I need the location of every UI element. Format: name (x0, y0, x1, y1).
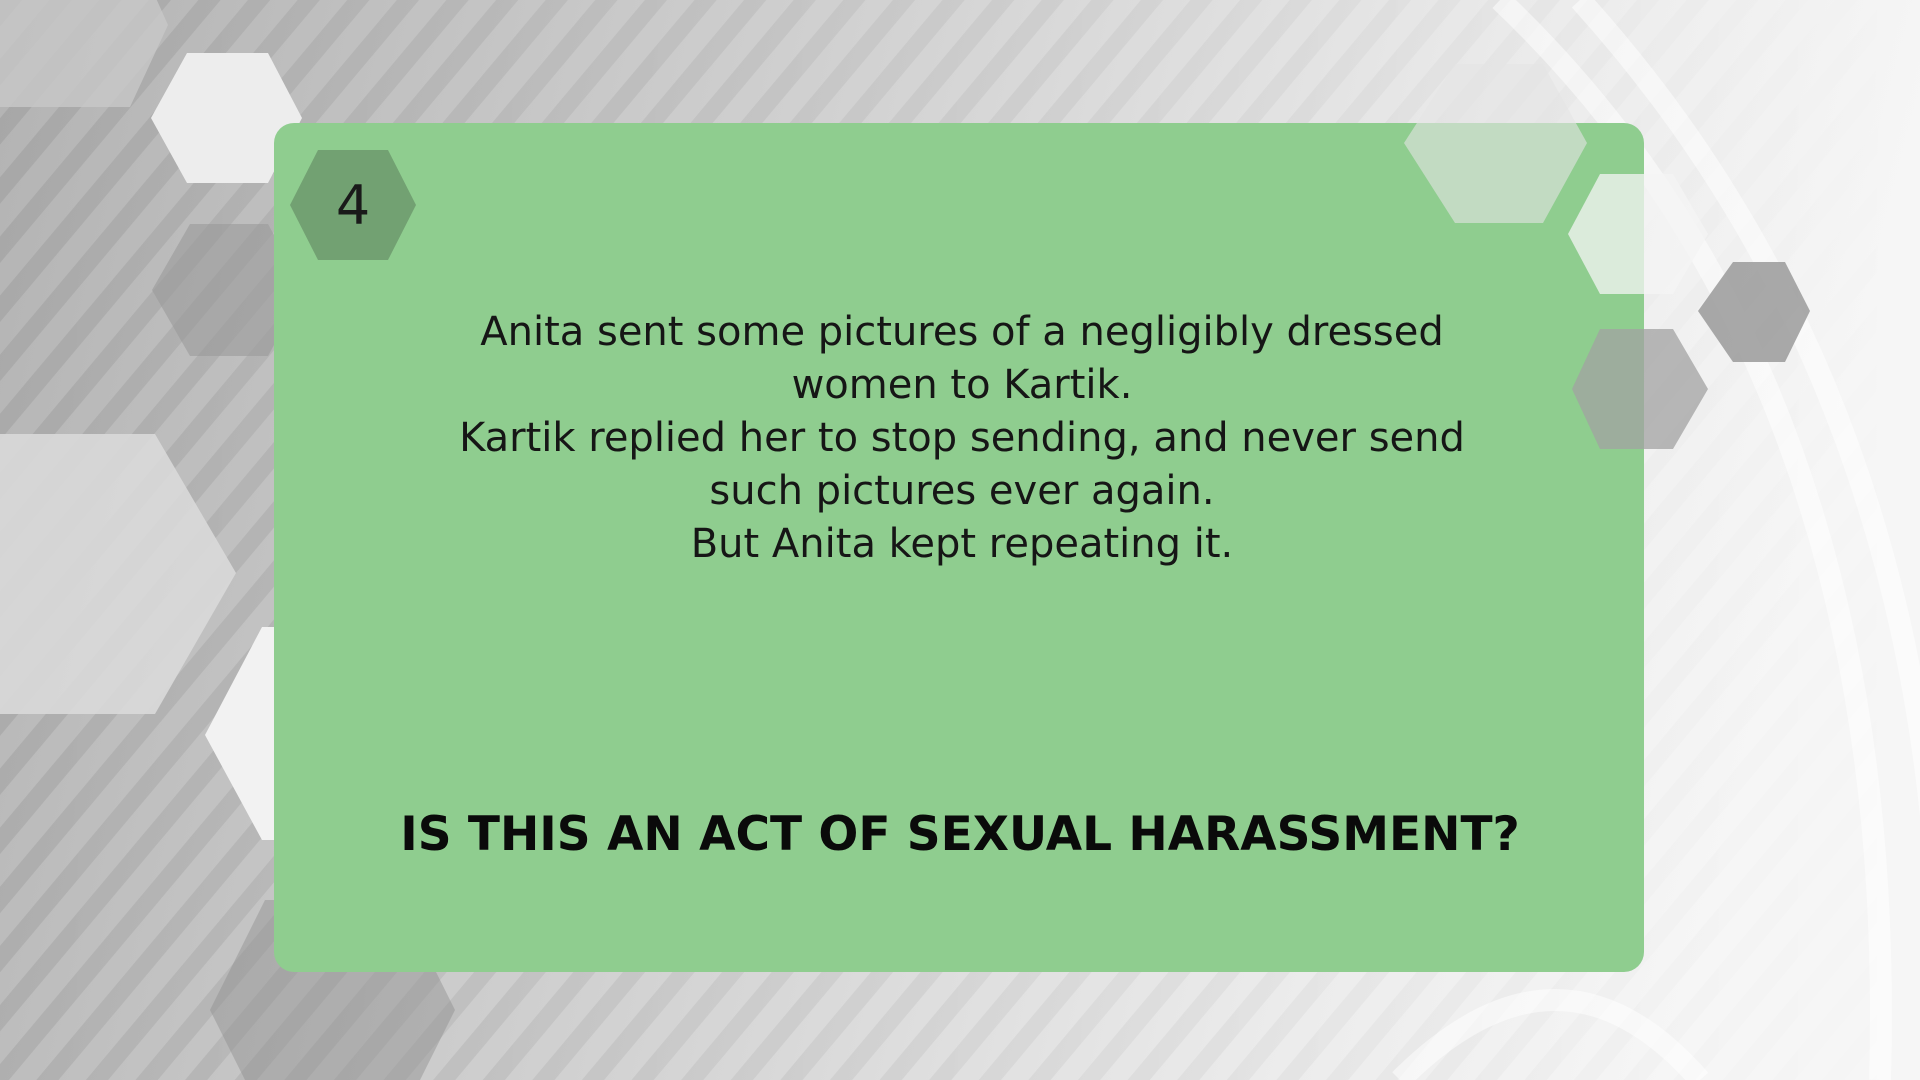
question-heading: IS THIS AN ACT OF SEXUAL HARASSMENT? (400, 807, 1520, 862)
scenario-line: Anita sent some pictures of a negligibly… (480, 309, 1444, 355)
scenario-line: such pictures ever again. (709, 468, 1215, 514)
slide-number: 4 (335, 173, 371, 237)
scenario-text: Anita sent some pictures of a negligibly… (420, 306, 1504, 571)
scenario-line: women to Kartik. (791, 362, 1133, 408)
scenario-line: Kartik replied her to stop sending, and … (459, 415, 1465, 461)
scenario-line: But Anita kept repeating it. (690, 521, 1234, 567)
